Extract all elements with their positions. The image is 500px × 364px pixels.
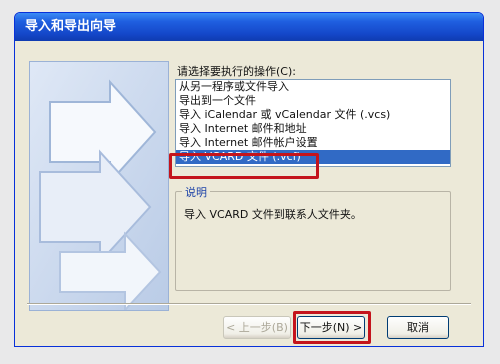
window-title: 导入和导出向导: [15, 13, 483, 41]
wizard-body: 请选择要执行的操作(C): 从另一程序或文件导入 导出到一个文件 导入 iCal…: [15, 41, 483, 346]
wizard-illustration: [29, 61, 169, 311]
list-item-import-icalendar[interactable]: 导入 iCalendar 或 vCalendar 文件 (.vcs): [176, 108, 450, 122]
vcard-highlight-annotation: [169, 153, 319, 179]
description-text: 导入 VCARD 文件到联系人文件夹。: [184, 208, 362, 221]
next-highlight-annotation: [293, 311, 371, 344]
cancel-button[interactable]: 取消: [387, 316, 449, 339]
import-export-wizard-window: 导入和导出向导 请选择要执行的操作(C): 从另一程序或文件导入 导出到一个文件: [14, 12, 484, 347]
back-button[interactable]: < 上一步(B): [223, 316, 291, 339]
arrow-illustration-icon: [30, 62, 168, 310]
action-prompt-label: 请选择要执行的操作(C):: [177, 65, 296, 78]
list-item-import-from-program[interactable]: 从另一程序或文件导入: [176, 80, 450, 94]
button-separator: [27, 303, 471, 305]
list-item-export-to-file[interactable]: 导出到一个文件: [176, 94, 450, 108]
description-groupbox: 说明 导入 VCARD 文件到联系人文件夹。: [175, 184, 451, 291]
list-item-import-mail-account[interactable]: 导入 Internet 邮件帐户设置: [176, 136, 450, 150]
description-legend: 说明: [182, 184, 210, 200]
list-item-import-internet-mail[interactable]: 导入 Internet 邮件和地址: [176, 122, 450, 136]
